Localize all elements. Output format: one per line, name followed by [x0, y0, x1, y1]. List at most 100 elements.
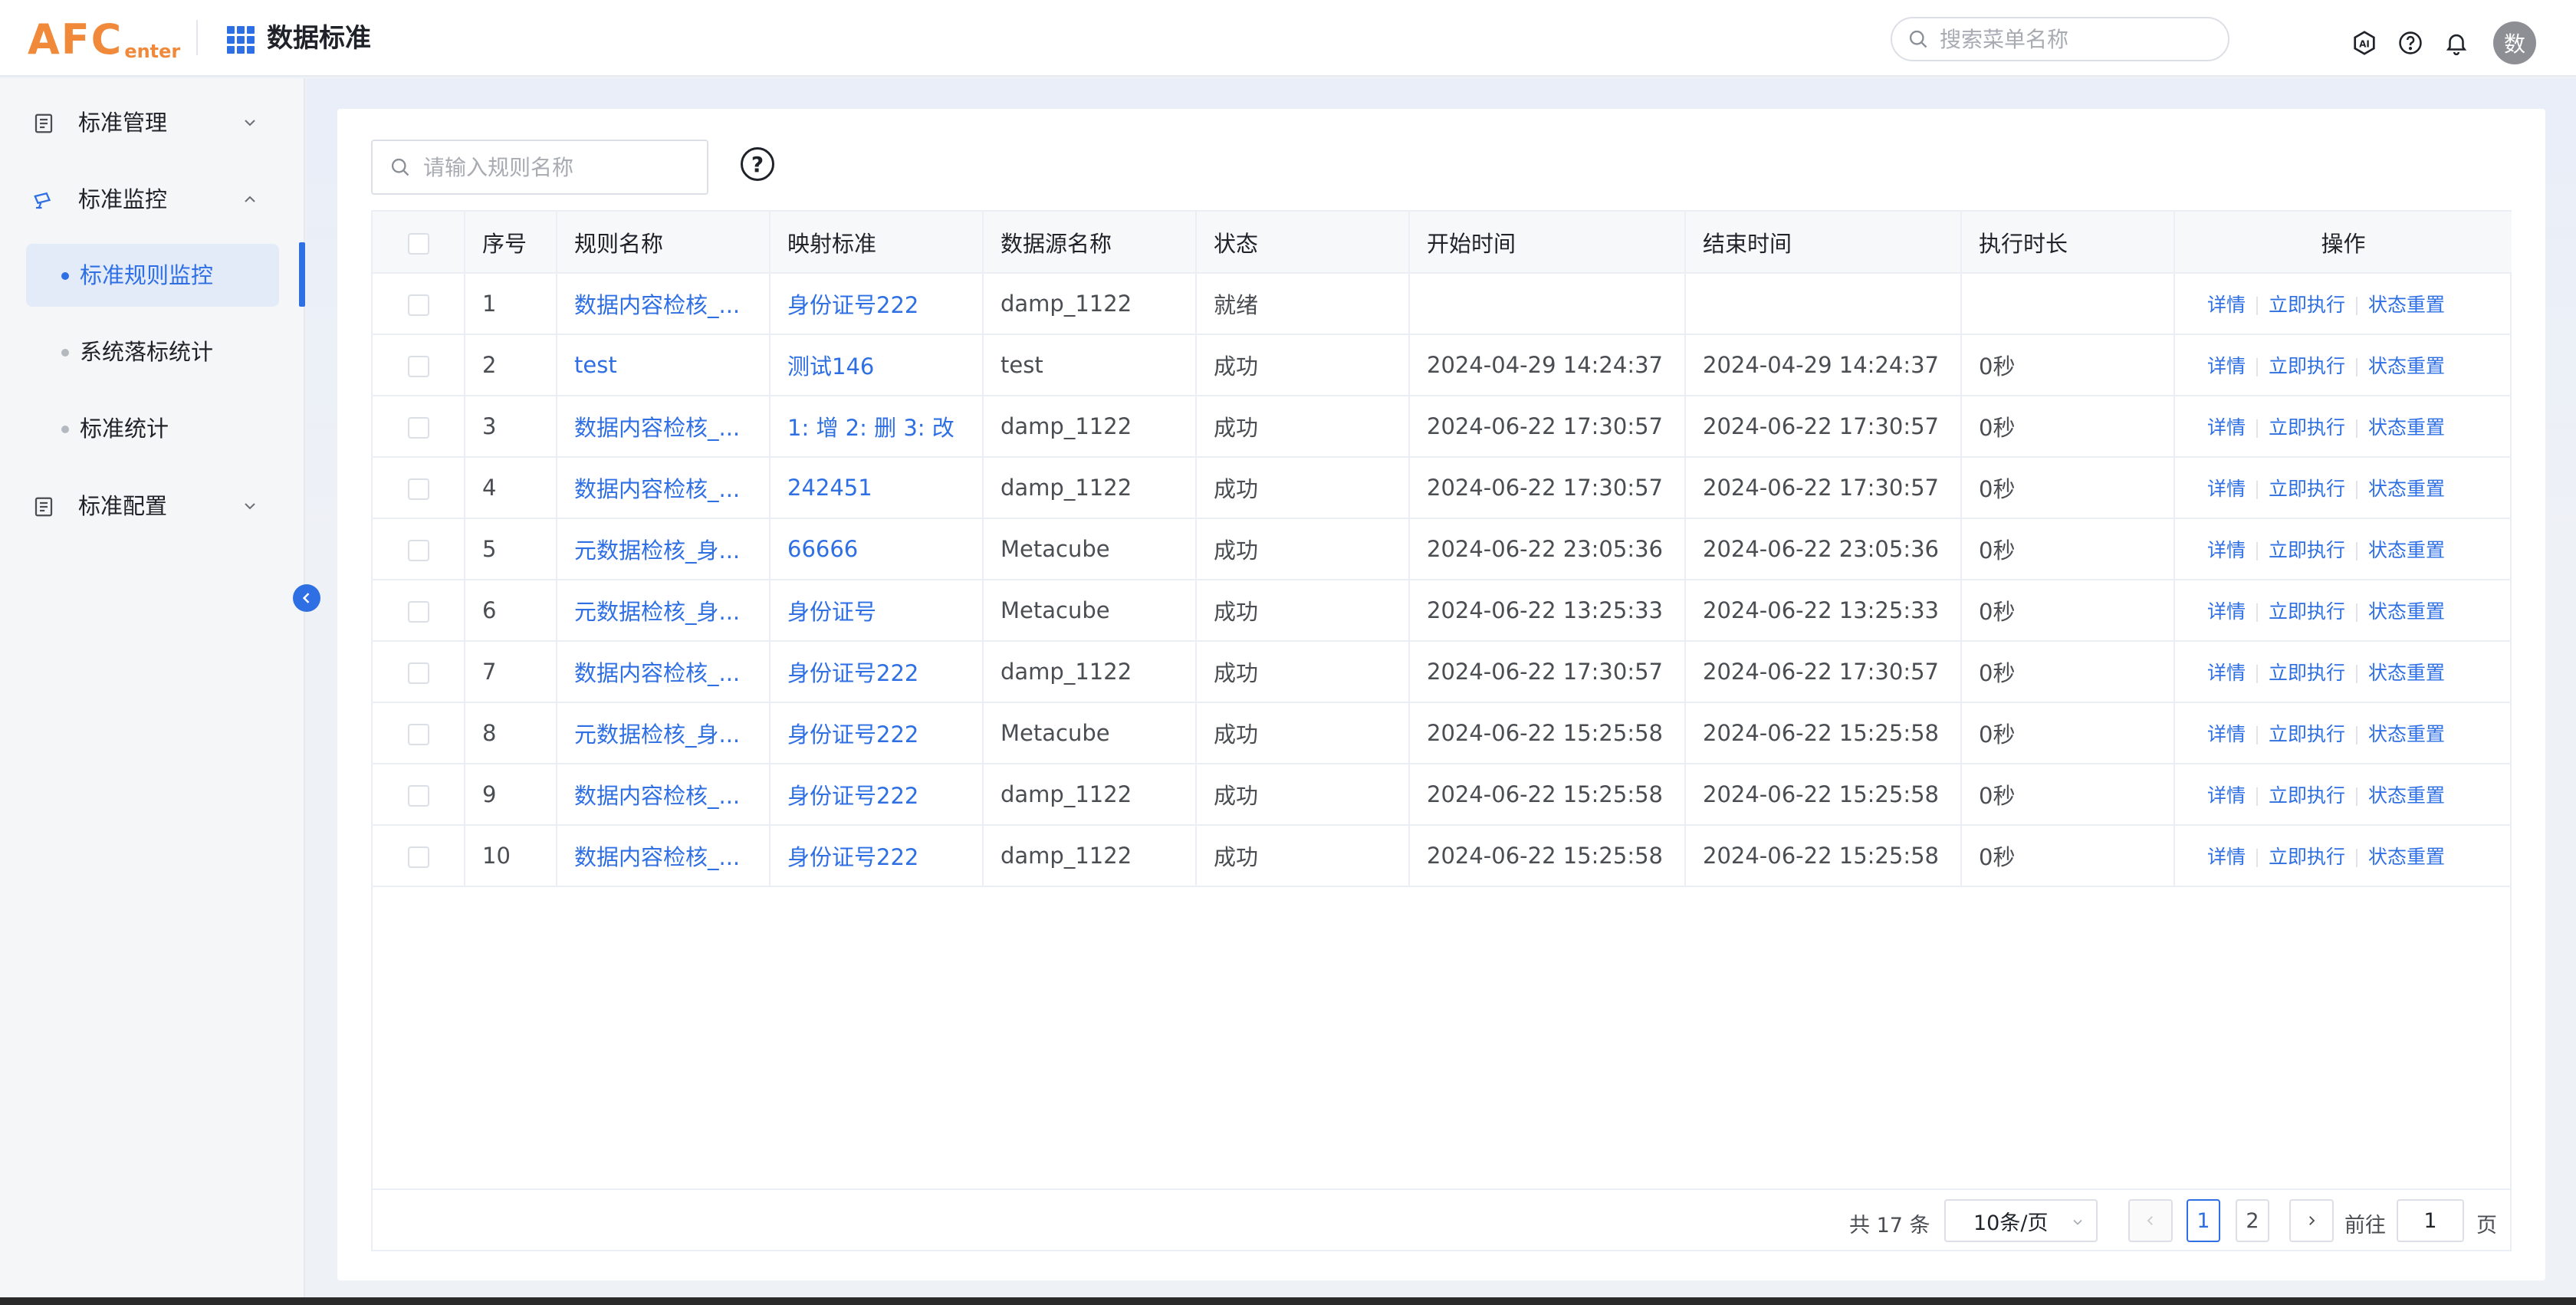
page-size-select[interactable]: 10条/页: [1944, 1199, 2098, 1242]
page-button-1[interactable]: 1: [2187, 1199, 2220, 1242]
next-page-button[interactable]: [2289, 1199, 2334, 1242]
run-now-link[interactable]: 立即执行: [2269, 355, 2345, 377]
mapped-standard-link[interactable]: 1: 增 2: 删 3: 改: [770, 396, 984, 458]
run-now-link[interactable]: 立即执行: [2269, 600, 2345, 623]
run-now-link[interactable]: 立即执行: [2269, 784, 2345, 807]
row-checkbox[interactable]: [407, 724, 429, 745]
rule-name-link[interactable]: 元数据检核_身...: [557, 702, 770, 764]
afc-logo[interactable]: AFC enter: [28, 14, 180, 63]
run-now-link[interactable]: 立即执行: [2269, 478, 2345, 500]
duration: [1961, 273, 2175, 335]
mapped-standard-link[interactable]: 身份证号222: [770, 825, 984, 887]
rule-name-link[interactable]: 数据内容检核_...: [557, 764, 770, 826]
rule-name-link[interactable]: 元数据检核_身...: [557, 580, 770, 642]
reset-status-link[interactable]: 状态重置: [2368, 662, 2445, 684]
row-select-cell: [373, 334, 465, 396]
menu-search-box[interactable]: [1891, 17, 2229, 61]
page-button-2[interactable]: 2: [2236, 1199, 2269, 1242]
rule-name-link[interactable]: 元数据检核_身...: [557, 518, 770, 580]
rule-name-link[interactable]: test: [557, 334, 770, 396]
mapped-standard-link[interactable]: 66666: [770, 518, 984, 580]
detail-link[interactable]: 详情: [2207, 784, 2246, 807]
submenu-system-landing-stats[interactable]: 系统落标统计: [26, 320, 279, 383]
user-avatar[interactable]: 数: [2493, 21, 2536, 64]
reset-status-link[interactable]: 状态重置: [2368, 539, 2445, 561]
detail-link[interactable]: 详情: [2207, 539, 2246, 561]
row-checkbox[interactable]: [407, 601, 429, 623]
reset-status-link[interactable]: 状态重置: [2368, 294, 2445, 316]
menu-standard-management[interactable]: 标准管理: [0, 95, 304, 150]
menu-standard-monitoring[interactable]: 标准监控: [0, 172, 304, 227]
row-checkbox[interactable]: [407, 540, 429, 561]
header-divider: [196, 20, 198, 55]
rule-search-box[interactable]: [371, 140, 708, 195]
run-now-link[interactable]: 立即执行: [2269, 662, 2345, 684]
prev-page-button[interactable]: [2128, 1199, 2173, 1242]
run-now-link[interactable]: 立即执行: [2269, 539, 2345, 561]
question-icon[interactable]: ?: [741, 147, 774, 181]
bell-icon[interactable]: [2441, 28, 2472, 58]
rule-name-link[interactable]: 数据内容检核_...: [557, 825, 770, 887]
reset-status-link[interactable]: 状态重置: [2368, 600, 2445, 623]
app-grid-icon[interactable]: [227, 26, 255, 54]
mapped-standard-link[interactable]: 身份证号222: [770, 764, 984, 826]
detail-link[interactable]: 详情: [2207, 723, 2246, 745]
row-checkbox[interactable]: [407, 785, 429, 807]
row-actions: 详情 立即执行 状态重置: [2174, 396, 2512, 458]
menu-standard-config[interactable]: 标准配置: [0, 478, 304, 534]
reset-status-link[interactable]: 状态重置: [2368, 784, 2445, 807]
mapped-standard-link[interactable]: 身份证号222: [770, 641, 984, 703]
detail-link[interactable]: 详情: [2207, 662, 2246, 684]
rule-name-link[interactable]: 数据内容检核_...: [557, 641, 770, 703]
detail-link[interactable]: 详情: [2207, 294, 2246, 316]
goto-page-input[interactable]: [2397, 1199, 2464, 1242]
row-checkbox[interactable]: [407, 478, 429, 500]
app-title: 数据标准: [267, 23, 371, 54]
search-icon: [391, 158, 409, 176]
run-now-link[interactable]: 立即执行: [2269, 723, 2345, 745]
ai-icon[interactable]: AI: [2349, 28, 2380, 58]
row-index: 9: [465, 764, 557, 826]
submenu-standard-stats[interactable]: 标准统计: [26, 397, 279, 460]
row-index: 10: [465, 825, 557, 887]
menu-search-input[interactable]: [1940, 26, 2200, 52]
detail-link[interactable]: 详情: [2207, 846, 2246, 868]
run-now-link[interactable]: 立即执行: [2269, 294, 2345, 316]
row-checkbox[interactable]: [407, 662, 429, 684]
run-now-link[interactable]: 立即执行: [2269, 846, 2345, 868]
row-checkbox[interactable]: [407, 294, 429, 316]
submenu-label: 系统落标统计: [80, 339, 214, 365]
reset-status-link[interactable]: 状态重置: [2368, 416, 2445, 439]
row-checkbox[interactable]: [407, 417, 429, 439]
detail-link[interactable]: 详情: [2207, 478, 2246, 500]
mapped-standard-link[interactable]: 身份证号222: [770, 702, 984, 764]
mapped-standard-link[interactable]: 测试146: [770, 334, 984, 396]
column-header: 状态: [1196, 212, 1410, 274]
start-time: 2024-06-22 17:30:57: [1409, 457, 1686, 519]
status-text: 就绪: [1196, 273, 1410, 335]
detail-link[interactable]: 详情: [2207, 600, 2246, 623]
detail-link[interactable]: 详情: [2207, 355, 2246, 377]
duration: 0秒: [1961, 702, 2175, 764]
rule-name-link[interactable]: 数据内容检核_...: [557, 457, 770, 519]
mapped-standard-link[interactable]: 242451: [770, 457, 984, 519]
help-icon[interactable]: [2395, 28, 2426, 58]
rule-name-link[interactable]: 数据内容检核_...: [557, 396, 770, 458]
mapped-standard-link[interactable]: 身份证号: [770, 580, 984, 642]
row-checkbox[interactable]: [407, 356, 429, 377]
run-now-link[interactable]: 立即执行: [2269, 416, 2345, 439]
row-checkbox[interactable]: [407, 846, 429, 868]
rule-search-input[interactable]: [423, 154, 699, 180]
reset-status-link[interactable]: 状态重置: [2368, 478, 2445, 500]
reset-status-link[interactable]: 状态重置: [2368, 723, 2445, 745]
sidebar: 标准管理 标准监控 标准规则监控 系统落标统计 标准统计 标准配置: [0, 78, 305, 1305]
reset-status-link[interactable]: 状态重置: [2368, 846, 2445, 868]
rule-name-link[interactable]: 数据内容检核_...: [557, 273, 770, 335]
submenu-rule-monitoring[interactable]: 标准规则监控: [26, 244, 279, 307]
sidebar-collapse-button[interactable]: [293, 584, 320, 612]
mapped-standard-link[interactable]: 身份证号222: [770, 273, 984, 335]
reset-status-link[interactable]: 状态重置: [2368, 355, 2445, 377]
chevron-down-icon: [245, 503, 255, 510]
detail-link[interactable]: 详情: [2207, 416, 2246, 439]
select-all-checkbox[interactable]: [407, 232, 429, 255]
